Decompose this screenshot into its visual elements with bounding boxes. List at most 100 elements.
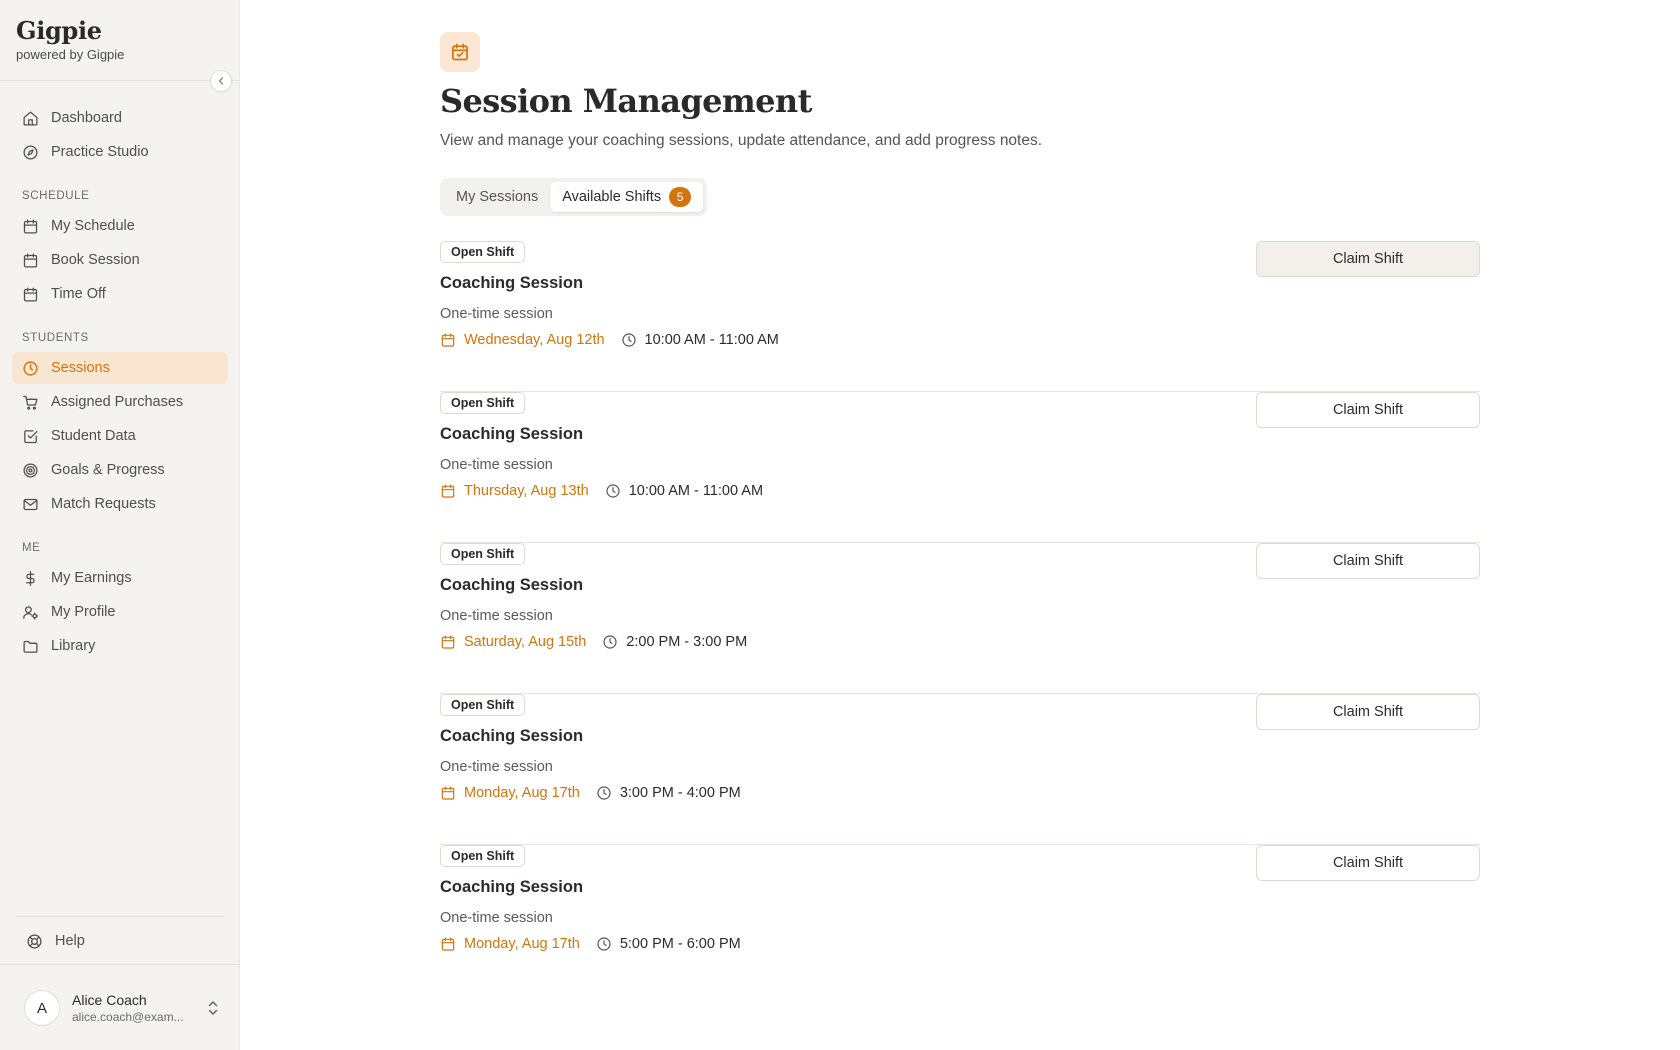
sidebar-item-label: Sessions — [51, 360, 110, 376]
shift-time: 10:00 AM - 11:00 AM — [621, 332, 779, 348]
claim-shift-button[interactable]: Claim Shift — [1256, 543, 1480, 579]
calendar-icon — [441, 333, 455, 347]
check-square-icon — [24, 429, 38, 443]
chevrons-up-down-icon — [208, 1001, 218, 1015]
calendar-icon — [441, 635, 455, 649]
list-item: Open Shift Coaching Session One-time ses… — [440, 543, 1480, 694]
sidebar-section-students: STUDENTS — [22, 332, 89, 344]
sidebar-item-label: Assigned Purchases — [51, 394, 184, 410]
shift-type: One-time session — [440, 306, 553, 322]
shift-date: Saturday, Aug 15th — [440, 634, 586, 650]
chevron-left-icon — [218, 77, 224, 85]
shift-meta: Wednesday, Aug 12th 10:00 AM - 11:00 AM — [440, 332, 779, 348]
status-badge: Open Shift — [440, 392, 526, 414]
shift-meta: Thursday, Aug 13th 10:00 AM - 11:00 AM — [440, 483, 763, 499]
divider — [16, 916, 224, 917]
claim-shift-button[interactable]: Claim Shift — [1256, 392, 1480, 428]
shift-meta: Saturday, Aug 15th 2:00 PM - 3:00 PM — [440, 634, 747, 650]
sidebar-item-label: Time Off — [51, 286, 106, 302]
shift-time-text: 2:00 PM - 3:00 PM — [626, 634, 748, 650]
divider — [0, 964, 240, 965]
tab-available-shifts[interactable]: Available Shifts 5 — [550, 182, 704, 212]
avatar: A — [24, 990, 60, 1026]
sidebar-item-match-requests[interactable]: Match Requests — [12, 488, 228, 520]
shift-meta: Monday, Aug 17th 3:00 PM - 4:00 PM — [440, 785, 741, 801]
clock-icon — [621, 333, 636, 347]
sidebar: Gigpie powered by Gigpie Dashboard Pract… — [0, 0, 240, 1050]
sidebar-item-label: My Profile — [51, 604, 116, 620]
shift-time-text: 3:00 PM - 4:00 PM — [619, 785, 741, 801]
cart-icon — [23, 395, 38, 410]
shift-date-text: Monday, Aug 17th — [464, 936, 580, 952]
shift-type: One-time session — [440, 457, 553, 473]
claim-shift-button[interactable]: Claim Shift — [1256, 845, 1480, 881]
brand-subtitle: powered by Gigpie — [16, 47, 125, 62]
sidebar-item-student-data[interactable]: Student Data — [12, 420, 228, 452]
shift-date: Monday, Aug 17th — [440, 785, 580, 801]
calendar-check-icon — [452, 43, 468, 61]
shift-time-text: 5:00 PM - 6:00 PM — [619, 936, 741, 952]
shift-date-text: Monday, Aug 17th — [464, 785, 580, 801]
calendar-icon — [23, 286, 38, 302]
calendar-icon — [441, 484, 455, 498]
status-badge: Open Shift — [440, 845, 526, 867]
shift-date-text: Thursday, Aug 13th — [464, 483, 589, 499]
shift-type: One-time session — [440, 759, 553, 775]
user-name: Alice Coach — [72, 992, 147, 1008]
clock-icon — [23, 360, 38, 376]
tab-label: Available Shifts — [562, 189, 662, 205]
shift-time: 5:00 PM - 6:00 PM — [596, 936, 741, 952]
help-link[interactable]: Help — [26, 930, 85, 952]
page-description: View and manage your coaching sessions, … — [440, 132, 1043, 149]
calendar-icon — [441, 937, 455, 951]
sidebar-item-my-earnings[interactable]: My Earnings — [12, 562, 228, 594]
collapse-sidebar-button[interactable] — [210, 70, 232, 92]
status-badge: Open Shift — [440, 241, 526, 263]
sidebar-item-label: My Earnings — [51, 570, 132, 586]
shift-meta: Monday, Aug 17th 5:00 PM - 6:00 PM — [440, 936, 741, 952]
sidebar-item-goals-progress[interactable]: Goals & Progress — [12, 454, 228, 486]
list-item: Open Shift Coaching Session One-time ses… — [440, 392, 1480, 543]
shift-type: One-time session — [440, 910, 553, 926]
status-badge: Open Shift — [440, 694, 526, 716]
shift-time-text: 10:00 AM - 11:00 AM — [644, 332, 779, 348]
shift-title: Coaching Session — [440, 274, 584, 292]
user-info: Alice Coach alice.coach@exam... — [72, 992, 192, 1024]
sidebar-item-label: Match Requests — [51, 496, 156, 512]
sidebar-item-assigned-purchases[interactable]: Assigned Purchases — [12, 386, 228, 418]
sidebar-item-label: Library — [51, 638, 96, 654]
user-menu[interactable]: A Alice Coach alice.coach@exam... — [24, 989, 220, 1027]
claim-shift-button[interactable]: Claim Shift — [1256, 694, 1480, 730]
sidebar-section-me: ME — [22, 542, 41, 554]
shift-title: Coaching Session — [440, 576, 584, 594]
tab-my-sessions[interactable]: My Sessions — [444, 182, 550, 212]
claim-shift-button[interactable]: Claim Shift — [1256, 241, 1480, 277]
sidebar-item-dashboard[interactable]: Dashboard — [12, 102, 228, 134]
sidebar-item-practice-studio[interactable]: Practice Studio — [12, 136, 228, 168]
sidebar-item-book-session[interactable]: Book Session — [12, 244, 228, 276]
shift-time: 3:00 PM - 4:00 PM — [596, 785, 741, 801]
sidebar-item-time-off[interactable]: Time Off — [12, 278, 228, 310]
clock-icon — [606, 484, 620, 498]
clock-icon — [603, 635, 617, 649]
shift-date: Wednesday, Aug 12th — [440, 332, 605, 348]
folder-icon — [23, 640, 38, 653]
shift-title: Coaching Session — [440, 727, 584, 745]
brand: Gigpie powered by Gigpie — [16, 16, 124, 62]
sidebar-item-label: Practice Studio — [51, 144, 149, 160]
sidebar-item-library[interactable]: Library — [12, 630, 228, 662]
help-label: Help — [55, 933, 85, 949]
calendar-icon — [23, 218, 38, 234]
tab-label: My Sessions — [456, 189, 539, 205]
shift-time: 2:00 PM - 3:00 PM — [602, 634, 747, 650]
status-badge: Open Shift — [440, 543, 526, 565]
divider — [0, 80, 240, 81]
sidebar-item-my-schedule[interactable]: My Schedule — [12, 210, 228, 242]
sidebar-item-sessions[interactable]: Sessions — [12, 352, 228, 384]
sidebar-nav: Dashboard Practice Studio SCHEDULE My Sc… — [12, 102, 228, 664]
sidebar-item-label: My Schedule — [51, 218, 135, 234]
brand-title: Gigpie — [16, 16, 102, 45]
list-item: Open Shift Coaching Session One-time ses… — [440, 694, 1480, 845]
target-icon — [23, 462, 38, 478]
sidebar-item-my-profile[interactable]: My Profile — [12, 596, 228, 628]
